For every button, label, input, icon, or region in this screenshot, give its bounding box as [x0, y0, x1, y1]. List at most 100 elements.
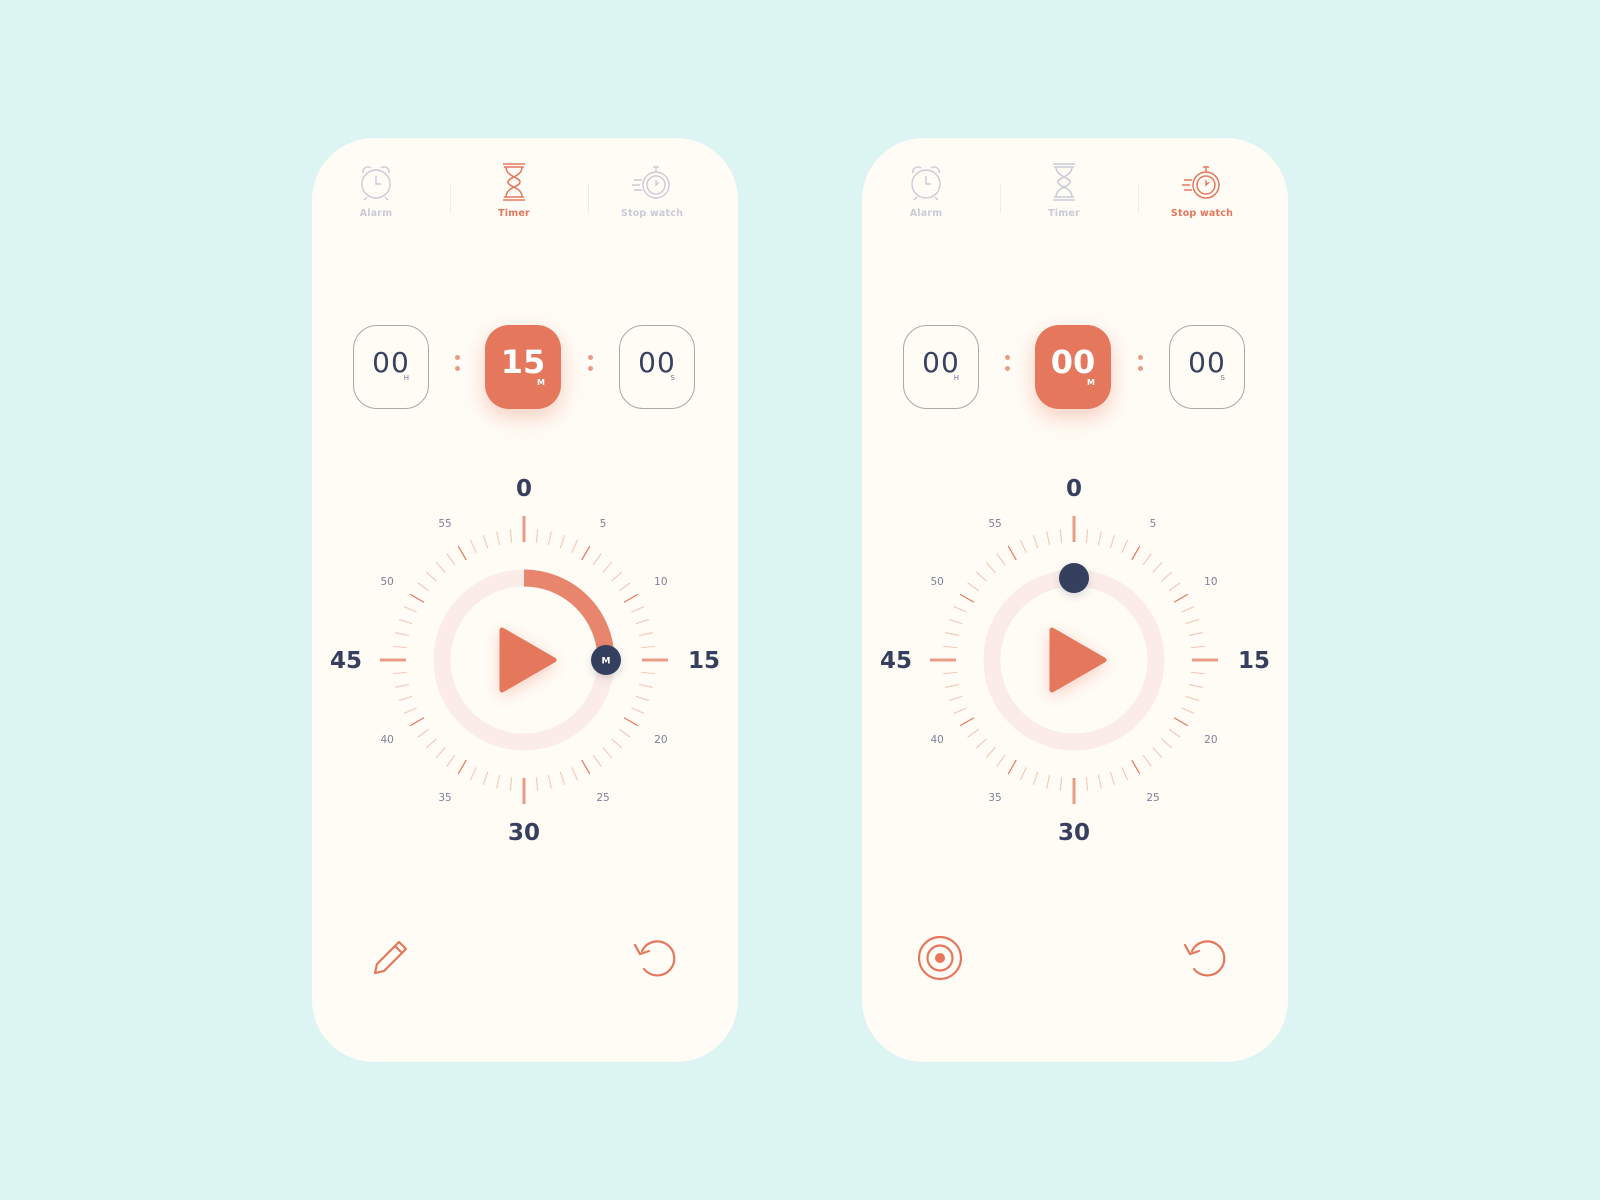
alarm-clock-icon: [361, 166, 391, 201]
colon-separator: [1138, 355, 1144, 377]
divider: [450, 184, 451, 212]
play-icon[interactable]: [1049, 627, 1107, 693]
timer-screen: Alarm Timer Stop watch 00 H 15 M 00 S 0 …: [312, 138, 738, 1062]
minor-tick: [581, 545, 591, 561]
pencil-icon: [373, 940, 408, 975]
minor-tick: [1190, 645, 1205, 649]
minor-tick: [1152, 747, 1163, 758]
minor-tick: [1142, 754, 1152, 767]
minor-tick: [1185, 618, 1200, 625]
tab-stopwatch[interactable]: Stop watch: [1147, 162, 1257, 219]
colon-separator: [1005, 355, 1011, 377]
minor-tick: [943, 671, 958, 675]
tab-timer[interactable]: Timer: [1009, 162, 1119, 219]
minor-tick: [559, 771, 566, 786]
tab-stopwatch[interactable]: Stop watch: [597, 162, 707, 219]
minor-tick: [446, 553, 456, 566]
minor-label: 25: [1146, 792, 1159, 804]
divider: [1000, 184, 1001, 212]
hours-value: 00: [372, 346, 410, 379]
tab-label: Stop watch: [620, 208, 684, 219]
minor-tick: [1161, 738, 1172, 749]
minutes-field[interactable]: 15 M: [485, 325, 561, 409]
minor-tick: [945, 632, 960, 637]
minor-tick: [638, 632, 653, 637]
divider: [1138, 184, 1139, 212]
minutes-unit: M: [1087, 378, 1095, 387]
seconds-field[interactable]: 00 S: [619, 325, 695, 409]
hours-field[interactable]: 00 H: [903, 325, 979, 409]
play-icon[interactable]: [499, 627, 557, 693]
minor-tick: [611, 738, 622, 749]
minutes-field[interactable]: 00 M: [1035, 325, 1111, 409]
minor-tick: [1121, 767, 1128, 781]
minor-tick: [1121, 539, 1128, 553]
minor-tick: [1109, 534, 1116, 549]
dial[interactable]: 0 15 30 45 5 10 20 25 35 40 50 55 M: [312, 468, 738, 868]
reset-icon: [633, 940, 676, 977]
hours-unit: H: [953, 374, 959, 382]
minor-tick: [1142, 553, 1152, 566]
minor-tick: [1097, 774, 1102, 789]
minor-tick: [1059, 776, 1063, 791]
minor-tick: [457, 545, 467, 561]
tab-timer[interactable]: Timer: [459, 162, 569, 219]
dial-handle[interactable]: [1059, 563, 1089, 593]
seconds-unit: S: [670, 374, 675, 382]
minor-tick: [1007, 545, 1017, 561]
seconds-value: 00: [638, 346, 676, 379]
minor-tick: [435, 562, 446, 573]
seconds-unit: S: [1220, 374, 1225, 382]
tab-alarm[interactable]: Alarm: [321, 162, 431, 219]
minor-tick: [943, 645, 958, 649]
minor-tick: [618, 728, 631, 738]
minor-tick: [509, 776, 513, 791]
tab-label: Alarm: [359, 208, 393, 219]
colon-separator: [455, 355, 461, 377]
minor-tick: [1046, 531, 1051, 546]
minor-tick: [948, 695, 963, 702]
reset-button[interactable]: [624, 928, 684, 988]
minor-tick: [1188, 632, 1203, 637]
minor-tick: [1188, 683, 1203, 688]
minor-tick: [1020, 767, 1027, 781]
minor-tick: [1190, 671, 1205, 675]
hours-field[interactable]: 00 H: [353, 325, 429, 409]
reset-button[interactable]: [1174, 928, 1234, 988]
hourglass-icon: [503, 163, 525, 201]
major-label: 15: [1238, 648, 1270, 674]
major-label: 30: [1058, 820, 1090, 846]
edit-button[interactable]: [360, 928, 420, 988]
minor-tick: [571, 767, 578, 781]
minor-tick: [635, 695, 650, 702]
minor-tick: [1185, 695, 1200, 702]
minor-tick: [1168, 728, 1181, 738]
minor-tick: [509, 529, 513, 544]
major-label: 45: [330, 648, 362, 674]
minor-tick: [395, 683, 410, 688]
minor-tick: [393, 645, 408, 649]
major-label: 45: [880, 648, 912, 674]
tab-alarm[interactable]: Alarm: [871, 162, 981, 219]
minor-tick: [395, 632, 410, 637]
minutes-value: 15: [500, 343, 546, 381]
minor-label: 50: [380, 576, 393, 588]
hours-unit: H: [403, 374, 409, 382]
seconds-field[interactable]: 00 S: [1169, 325, 1245, 409]
dial[interactable]: 0 15 30 45 5 10 20 25 35 40 50 55: [862, 468, 1288, 868]
minor-tick: [1152, 562, 1163, 573]
lap-button[interactable]: [910, 928, 970, 988]
minor-tick: [618, 582, 631, 592]
minor-tick: [640, 645, 655, 649]
tab-label: Timer: [1048, 208, 1080, 219]
minor-tick: [948, 618, 963, 625]
minor-tick: [435, 747, 446, 758]
minor-label: 55: [988, 518, 1001, 530]
minor-tick: [996, 553, 1006, 566]
minor-tick: [967, 582, 980, 592]
minor-tick: [581, 759, 591, 775]
minor-tick: [945, 683, 960, 688]
minor-label: 55: [438, 518, 451, 530]
minor-tick: [1173, 717, 1189, 727]
minor-tick: [409, 717, 425, 727]
